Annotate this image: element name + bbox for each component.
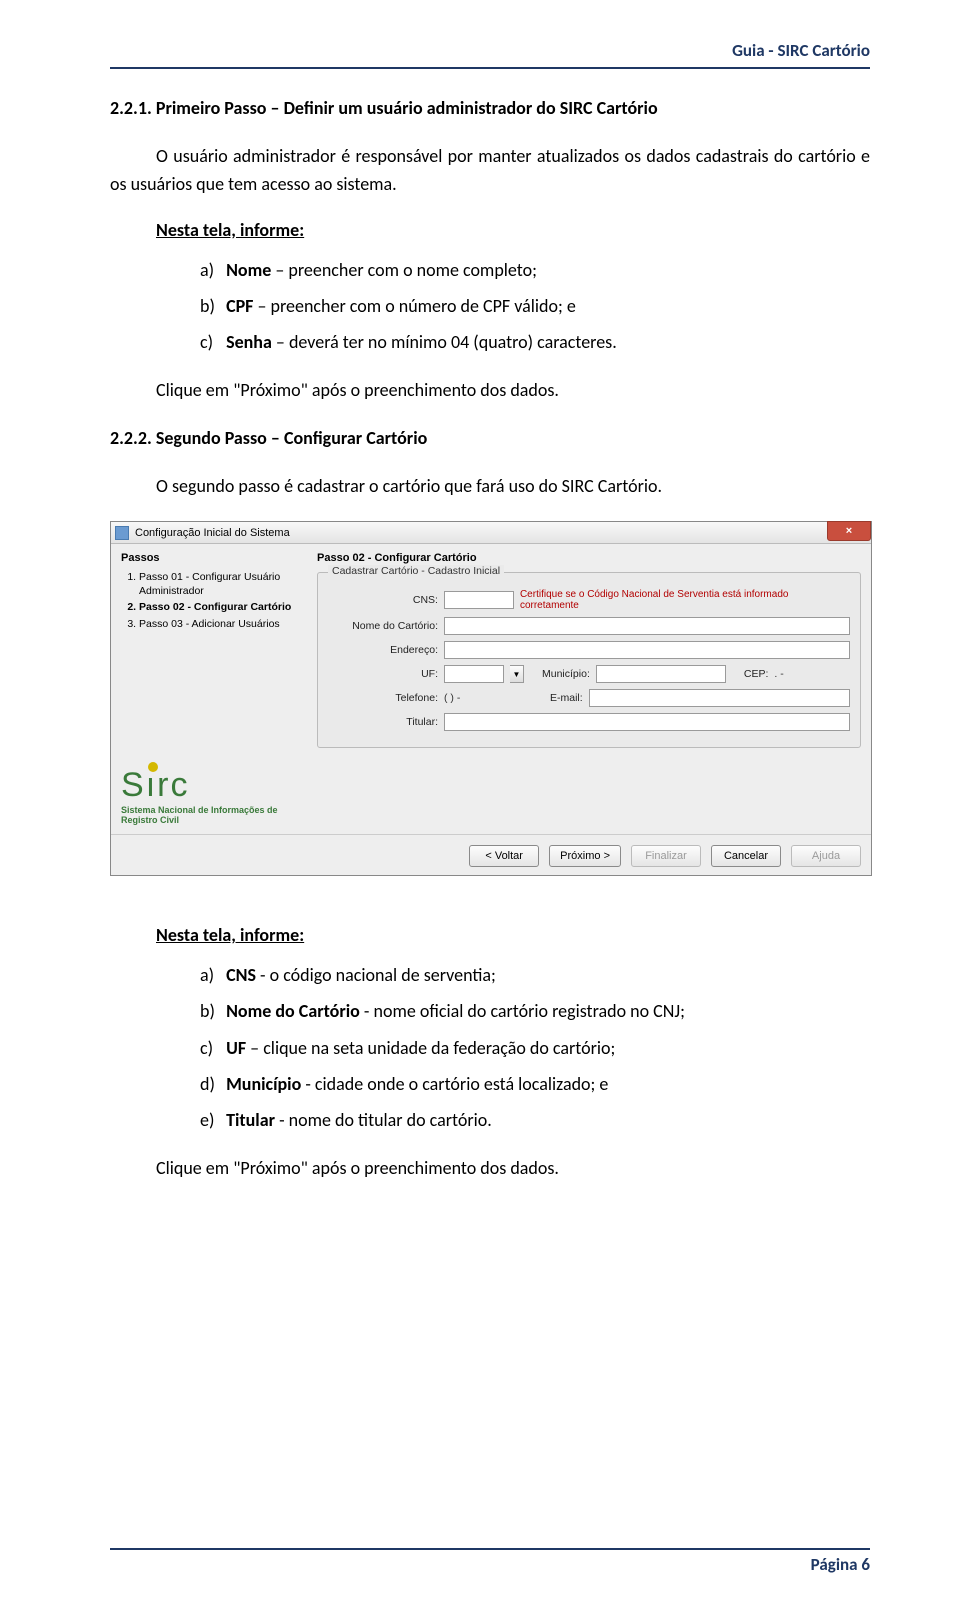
row-telefone: Telefone: ( ) - E-mail: bbox=[328, 689, 850, 707]
form-step-title: Passo 02 - Configurar Cartório bbox=[317, 552, 861, 564]
wizard-buttons: < Voltar Próximo > Finalizar Cancelar Aj… bbox=[111, 834, 871, 875]
form-panel: Cadastrar Cartório - Cadastro Inicial CN… bbox=[317, 572, 861, 748]
section-222-para: O segundo passo é cadastrar o cartório q… bbox=[110, 473, 870, 501]
page-footer: Página 6 bbox=[110, 1548, 870, 1575]
row-titular: Titular: bbox=[328, 713, 850, 731]
label-uf: UF: bbox=[328, 668, 438, 680]
titular-input[interactable] bbox=[444, 713, 850, 731]
section-221-post: Clique em "Próximo" após o preenchimento… bbox=[156, 377, 870, 405]
form-pane: Passo 02 - Configurar Cartório Cadastrar… bbox=[307, 544, 871, 834]
row-uf: UF: ▼ Município: CEP: . - bbox=[328, 665, 850, 683]
document-page: Guia - SIRC Cartório 2.2.1. Primeiro Pas… bbox=[0, 0, 960, 1605]
step-item[interactable]: Passo 03 - Adicionar Usuários bbox=[139, 617, 299, 631]
telefone-mask: ( ) - bbox=[444, 692, 524, 704]
cep-mask: . - bbox=[774, 668, 783, 680]
label-telefone: Telefone: bbox=[328, 692, 438, 704]
finalizar-button: Finalizar bbox=[631, 845, 701, 867]
cns-input[interactable] bbox=[444, 591, 514, 609]
app-window: Configuração Inicial do Sistema × Passos… bbox=[110, 521, 872, 876]
list-item: c) UF – clique na seta unidade da federa… bbox=[200, 1031, 870, 1065]
label-email: E-mail: bbox=[550, 692, 583, 704]
municipio-input[interactable] bbox=[596, 665, 726, 683]
row-cns: CNS: Certifique se o Código Nacional de … bbox=[328, 589, 850, 611]
footer-rule bbox=[110, 1548, 870, 1550]
label-cns: CNS: bbox=[328, 594, 438, 606]
list-item: a) CNS - o código nacional de serventia; bbox=[200, 958, 870, 992]
label-nome: Nome do Cartório: bbox=[328, 620, 438, 632]
row-nome: Nome do Cartório: bbox=[328, 617, 850, 635]
step-item-current[interactable]: Passo 02 - Configurar Cartório bbox=[139, 600, 299, 614]
nome-input[interactable] bbox=[444, 617, 850, 635]
label-titular: Titular: bbox=[328, 716, 438, 728]
voltar-button[interactable]: < Voltar bbox=[469, 845, 539, 867]
window-title: Configuração Inicial do Sistema bbox=[135, 527, 290, 539]
wizard-steps-pane: Passos Passo 01 - Configurar Usuário Adm… bbox=[111, 544, 307, 834]
section-221-list: a) Nome – preencher com o nome completo;… bbox=[200, 253, 870, 360]
proximo-button[interactable]: Próximo > bbox=[549, 845, 621, 867]
list-item: b) Nome do Cartório - nome oficial do ca… bbox=[200, 994, 870, 1028]
cancelar-button[interactable]: Cancelar bbox=[711, 845, 781, 867]
row-endereco: Endereço: bbox=[328, 641, 850, 659]
logo: Sırc Sistema Nacional de Informações de … bbox=[121, 766, 299, 827]
list-item: e) Titular - nome do titular do cartório… bbox=[200, 1103, 870, 1137]
list-item: a) Nome – preencher com o nome completo; bbox=[200, 253, 870, 287]
section-3-list-intro: Nesta tela, informe: bbox=[156, 924, 870, 946]
logo-text: Sırc bbox=[121, 766, 299, 805]
section-221-para: O usuário administrador é responsável po… bbox=[110, 143, 870, 199]
app-body: Passos Passo 01 - Configurar Usuário Adm… bbox=[111, 544, 871, 834]
email-input[interactable] bbox=[589, 689, 850, 707]
header-title: Guia - SIRC Cartório bbox=[732, 40, 870, 61]
section-222-heading: 2.2.2. Segundo Passo – Configurar Cartór… bbox=[110, 427, 870, 449]
section-221-heading: 2.2.1. Primeiro Passo – Definir um usuár… bbox=[110, 97, 870, 119]
label-endereco: Endereço: bbox=[328, 644, 438, 656]
section-3-post: Clique em "Próximo" após o preenchimento… bbox=[156, 1155, 870, 1183]
window-titlebar: Configuração Inicial do Sistema × bbox=[111, 522, 871, 544]
close-icon[interactable]: × bbox=[827, 521, 871, 541]
chevron-down-icon[interactable]: ▼ bbox=[510, 665, 524, 683]
endereco-input[interactable] bbox=[444, 641, 850, 659]
steps-heading: Passos bbox=[121, 552, 299, 564]
panel-legend: Cadastrar Cartório - Cadastro Inicial bbox=[328, 565, 504, 577]
ajuda-button: Ajuda bbox=[791, 845, 861, 867]
logo-subtitle: Sistema Nacional de Informações de Regis… bbox=[121, 805, 299, 827]
list-item: b) CPF – preencher com o número de CPF v… bbox=[200, 289, 870, 323]
page-number: Página 6 bbox=[110, 1554, 870, 1575]
list-item: c) Senha – deverá ter no mínimo 04 (quat… bbox=[200, 325, 870, 359]
header-rule bbox=[110, 67, 870, 69]
app-icon bbox=[115, 526, 129, 540]
cns-hint: Certifique se o Código Nacional de Serve… bbox=[520, 589, 850, 611]
label-cep: CEP: bbox=[744, 668, 769, 680]
list-item: d) Município - cidade onde o cartório es… bbox=[200, 1067, 870, 1101]
section-221-list-intro: Nesta tela, informe: bbox=[156, 219, 870, 241]
page-header: Guia - SIRC Cartório bbox=[110, 40, 870, 61]
steps-list: Passo 01 - Configurar Usuário Administra… bbox=[139, 570, 299, 631]
step-item[interactable]: Passo 01 - Configurar Usuário Administra… bbox=[139, 570, 299, 598]
section-3-list: a) CNS - o código nacional de serventia;… bbox=[200, 958, 870, 1137]
label-municipio: Município: bbox=[542, 668, 590, 680]
uf-select[interactable] bbox=[444, 665, 504, 683]
